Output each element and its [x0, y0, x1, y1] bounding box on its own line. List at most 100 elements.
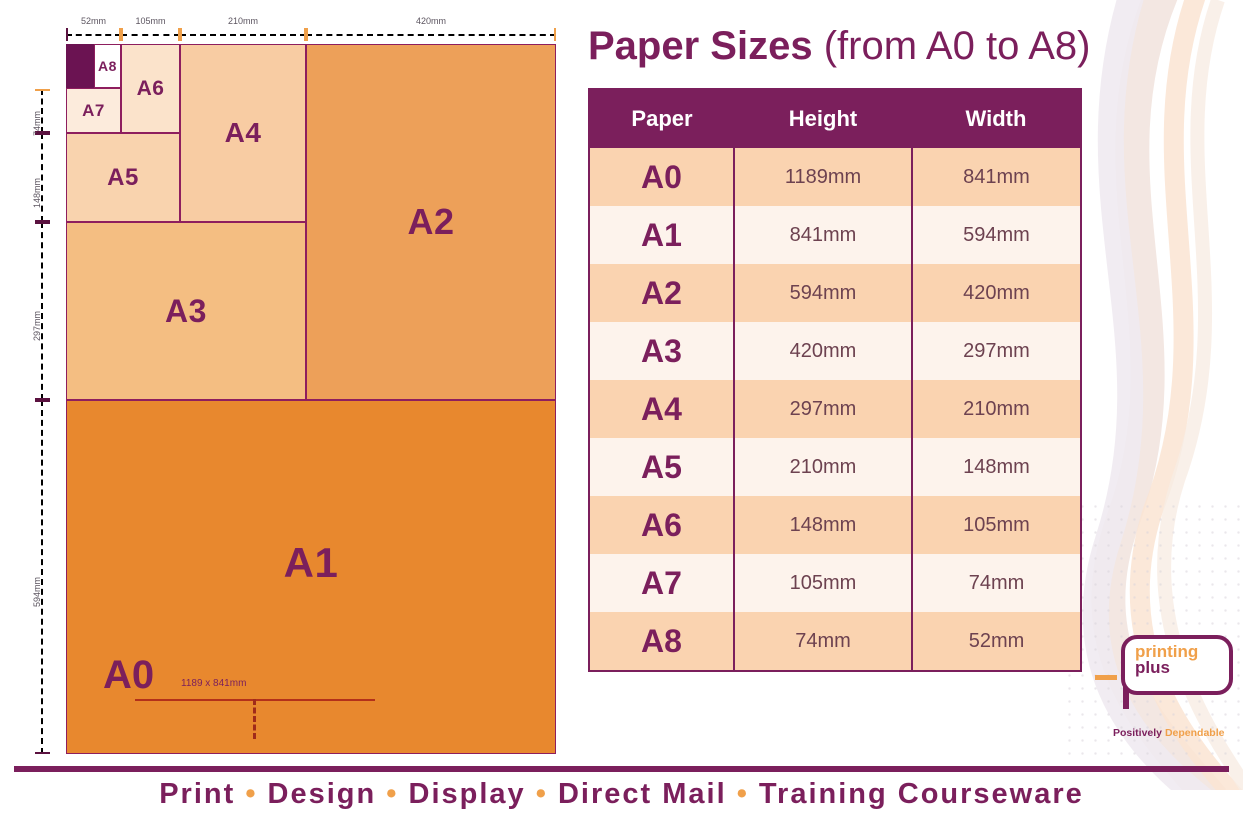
table-row[interactable]: A5 210mm 148mm [589, 438, 1081, 496]
paper-block-a3-label: A3 [165, 292, 207, 329]
paper-block-a2[interactable]: A2 [306, 44, 556, 400]
column-header-height: Height [734, 89, 912, 148]
a0-vertical-dash [253, 699, 256, 739]
footer-item-design: Design [267, 778, 377, 810]
table-row[interactable]: A6 148mm 105mm [589, 496, 1081, 554]
paper-block-a1-label: A1 [283, 538, 339, 586]
paper-block-a4-label: A4 [224, 117, 262, 148]
logo-text-plus: plus [1135, 658, 1170, 677]
paper-size-diagram: 52mm 105mm 210mm 420mm 74mm 148mm 297mm … [0, 0, 575, 770]
ruler-210mm-label: 210mm [227, 16, 259, 26]
paper-block-a5[interactable]: A5 [66, 133, 180, 222]
cell-width: 420mm [911, 264, 1081, 322]
ruler-148mm-label: 148mm [32, 177, 42, 208]
footer-separator: • [736, 778, 749, 810]
page-title: Paper Sizes (from A0 to A8) [588, 24, 1090, 69]
ruler-148mm: 148mm [32, 133, 50, 222]
cell-height: 105mm [733, 554, 913, 612]
footer-item-training: Training Courseware [758, 778, 1084, 810]
ruler-594mm: 594mm [32, 400, 50, 754]
table-header-row: Paper Height Width [589, 89, 1081, 148]
cell-height: 210mm [733, 438, 913, 496]
paper-block-a5-label: A5 [107, 163, 139, 191]
cell-width: 297mm [911, 322, 1081, 380]
tagline-dependable: Dependable [1164, 727, 1225, 739]
cell-height: 420mm [733, 322, 913, 380]
paper-sizes-table: Paper Height Width A0 1189mm 841mm A1 841mm… [588, 88, 1082, 672]
paper-block-a6[interactable]: A6 [121, 44, 180, 133]
cell-height: 594mm [733, 264, 913, 322]
logo-dash-mark [1095, 675, 1117, 680]
cell-paper: A5 [589, 438, 735, 496]
a0-dimensions: 1189 x 841mm [181, 678, 247, 689]
ruler-105mm-label: 105mm [135, 16, 166, 26]
cell-height: 1189mm [733, 148, 913, 206]
cell-paper: A0 [589, 148, 735, 206]
footer-item-print: Print [159, 778, 236, 810]
a0-label: A0 [103, 653, 155, 697]
ruler-52mm-label: 52mm [80, 16, 107, 26]
cell-paper: A1 [589, 206, 735, 264]
cell-width: 74mm [911, 554, 1081, 612]
ruler-105mm: 105mm [121, 16, 180, 41]
ruler-74mm: 74mm [32, 89, 50, 136]
cell-width: 105mm [911, 496, 1081, 554]
cell-paper: A4 [589, 380, 735, 438]
cell-paper: A6 [589, 496, 735, 554]
cell-paper: A2 [589, 264, 735, 322]
cell-width: 841mm [911, 148, 1081, 206]
column-header-width: Width [912, 89, 1081, 148]
paper-block-a4[interactable]: A4 [180, 44, 306, 222]
table-row[interactable]: A3 420mm 297mm [589, 322, 1081, 380]
column-header-paper: Paper [589, 89, 734, 148]
nested-paper-blocks: A1 A0 1189 x 841mm A2 A3 A4 A5 A6 A7 A8 [66, 44, 556, 754]
cell-width: 148mm [911, 438, 1081, 496]
cell-width: 210mm [911, 380, 1081, 438]
printing-plus-logo[interactable]: printing plus [1095, 635, 1233, 709]
cell-width: 594mm [911, 206, 1081, 264]
cell-height: 841mm [733, 206, 913, 264]
footer-item-direct-mail: Direct Mail [557, 778, 727, 810]
footer-divider-bar [14, 766, 1229, 772]
cell-paper: A3 [589, 322, 735, 380]
cell-height: 297mm [733, 380, 913, 438]
ruler-210mm: 210mm [180, 16, 306, 41]
infographic-page: 52mm 105mm 210mm 420mm 74mm 148mm 297mm … [0, 0, 1243, 833]
paper-block-a3[interactable]: A3 [66, 222, 306, 400]
cell-height: 74mm [733, 612, 913, 671]
tagline-positively: Positively [1113, 727, 1165, 739]
page-title-bold: Paper Sizes [588, 24, 813, 68]
logo-tagline: Positively Dependable [1113, 727, 1224, 739]
table-row[interactable]: A0 1189mm 841mm [589, 148, 1081, 206]
paper-block-a2-label: A2 [407, 201, 455, 242]
footer-separator: • [245, 778, 258, 810]
paper-block-a8-label: A8 [98, 58, 117, 74]
paper-block-a7-label: A7 [82, 100, 105, 120]
paper-block-remainder [66, 44, 94, 88]
dot-pattern-decoration [1063, 500, 1243, 755]
footer-separator: • [386, 778, 399, 810]
ruler-594mm-label: 594mm [32, 577, 42, 608]
table-row[interactable]: A2 594mm 420mm [589, 264, 1081, 322]
paper-block-a6-label: A6 [136, 76, 165, 100]
cell-height: 148mm [733, 496, 913, 554]
page-title-normal: (from A0 to A8) [812, 24, 1091, 68]
ruler-297mm: 297mm [32, 222, 50, 400]
paper-block-a7[interactable]: A7 [66, 88, 121, 133]
ruler-52mm: 52mm [66, 16, 121, 41]
cell-width: 52mm [911, 612, 1081, 671]
ruler-420mm: 420mm [306, 16, 556, 41]
footer-item-display: Display [408, 778, 526, 810]
cell-paper: A8 [589, 612, 735, 671]
table-row[interactable]: A7 105mm 74mm [589, 554, 1081, 612]
footer-services: Print • Design • Display • Direct Mail •… [0, 778, 1243, 811]
table-row[interactable]: A1 841mm 594mm [589, 206, 1081, 264]
paper-block-a1[interactable]: A1 A0 1189 x 841mm [66, 400, 556, 754]
cell-paper: A7 [589, 554, 735, 612]
a0-caption: A0 1189 x 841mm [103, 653, 246, 697]
table-row[interactable]: A4 297mm 210mm [589, 380, 1081, 438]
ruler-297mm-label: 297mm [32, 311, 42, 342]
footer-separator: • [535, 778, 548, 810]
paper-block-a8[interactable]: A8 [94, 44, 121, 88]
table-row[interactable]: A8 74mm 52mm [589, 612, 1081, 671]
